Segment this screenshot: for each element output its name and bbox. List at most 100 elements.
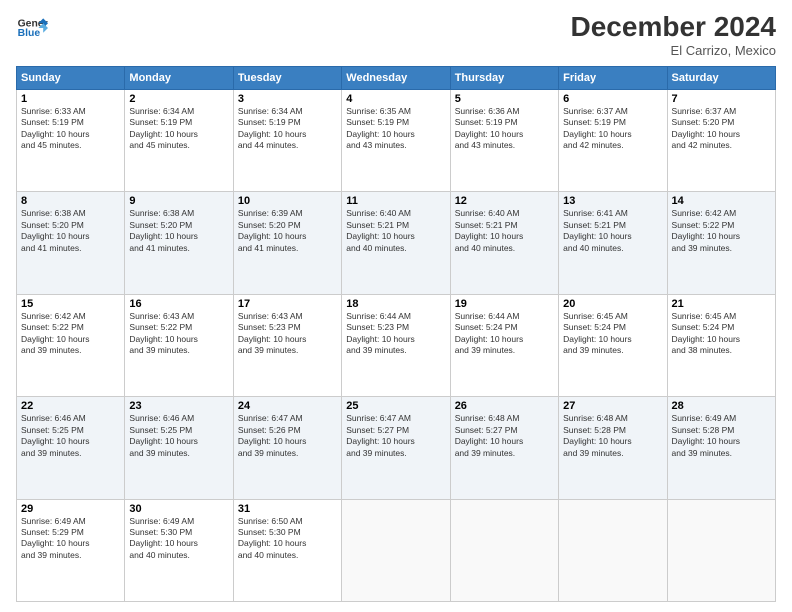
calendar-cell: 16Sunrise: 6:43 AM Sunset: 5:22 PM Dayli… xyxy=(125,294,233,396)
day-info: Sunrise: 6:46 AM Sunset: 5:25 PM Dayligh… xyxy=(21,413,120,459)
day-number: 21 xyxy=(672,298,771,310)
col-monday: Monday xyxy=(125,66,233,89)
day-info: Sunrise: 6:42 AM Sunset: 5:22 PM Dayligh… xyxy=(672,208,771,254)
calendar-cell: 30Sunrise: 6:49 AM Sunset: 5:30 PM Dayli… xyxy=(125,499,233,601)
calendar-cell: 17Sunrise: 6:43 AM Sunset: 5:23 PM Dayli… xyxy=(233,294,341,396)
day-number: 1 xyxy=(21,93,120,105)
day-info: Sunrise: 6:36 AM Sunset: 5:19 PM Dayligh… xyxy=(455,106,554,152)
day-number: 13 xyxy=(563,195,662,207)
header: General Blue December 2024 El Carrizo, M… xyxy=(16,12,776,58)
svg-text:Blue: Blue xyxy=(18,28,41,39)
calendar-cell xyxy=(342,499,450,601)
calendar-header-row: Sunday Monday Tuesday Wednesday Thursday… xyxy=(17,66,776,89)
day-number: 22 xyxy=(21,400,120,412)
col-friday: Friday xyxy=(559,66,667,89)
day-info: Sunrise: 6:40 AM Sunset: 5:21 PM Dayligh… xyxy=(346,208,445,254)
calendar-cell: 12Sunrise: 6:40 AM Sunset: 5:21 PM Dayli… xyxy=(450,192,558,294)
day-number: 5 xyxy=(455,93,554,105)
day-info: Sunrise: 6:49 AM Sunset: 5:28 PM Dayligh… xyxy=(672,413,771,459)
day-number: 4 xyxy=(346,93,445,105)
calendar-cell: 6Sunrise: 6:37 AM Sunset: 5:19 PM Daylig… xyxy=(559,89,667,191)
day-info: Sunrise: 6:39 AM Sunset: 5:20 PM Dayligh… xyxy=(238,208,337,254)
day-info: Sunrise: 6:35 AM Sunset: 5:19 PM Dayligh… xyxy=(346,106,445,152)
calendar-cell: 7Sunrise: 6:37 AM Sunset: 5:20 PM Daylig… xyxy=(667,89,775,191)
calendar-cell: 21Sunrise: 6:45 AM Sunset: 5:24 PM Dayli… xyxy=(667,294,775,396)
day-info: Sunrise: 6:47 AM Sunset: 5:26 PM Dayligh… xyxy=(238,413,337,459)
day-info: Sunrise: 6:50 AM Sunset: 5:30 PM Dayligh… xyxy=(238,516,337,562)
day-number: 27 xyxy=(563,400,662,412)
logo: General Blue xyxy=(16,12,48,44)
day-info: Sunrise: 6:48 AM Sunset: 5:28 PM Dayligh… xyxy=(563,413,662,459)
day-info: Sunrise: 6:49 AM Sunset: 5:29 PM Dayligh… xyxy=(21,516,120,562)
day-number: 10 xyxy=(238,195,337,207)
calendar-cell: 25Sunrise: 6:47 AM Sunset: 5:27 PM Dayli… xyxy=(342,397,450,499)
day-number: 30 xyxy=(129,503,228,515)
day-info: Sunrise: 6:44 AM Sunset: 5:23 PM Dayligh… xyxy=(346,311,445,357)
calendar-cell: 3Sunrise: 6:34 AM Sunset: 5:19 PM Daylig… xyxy=(233,89,341,191)
main-title: December 2024 xyxy=(571,12,776,43)
day-info: Sunrise: 6:40 AM Sunset: 5:21 PM Dayligh… xyxy=(455,208,554,254)
day-number: 11 xyxy=(346,195,445,207)
day-number: 20 xyxy=(563,298,662,310)
calendar-week-row: 22Sunrise: 6:46 AM Sunset: 5:25 PM Dayli… xyxy=(17,397,776,499)
day-info: Sunrise: 6:37 AM Sunset: 5:20 PM Dayligh… xyxy=(672,106,771,152)
calendar-cell: 29Sunrise: 6:49 AM Sunset: 5:29 PM Dayli… xyxy=(17,499,125,601)
calendar-cell: 23Sunrise: 6:46 AM Sunset: 5:25 PM Dayli… xyxy=(125,397,233,499)
day-info: Sunrise: 6:45 AM Sunset: 5:24 PM Dayligh… xyxy=(672,311,771,357)
day-number: 17 xyxy=(238,298,337,310)
calendar-cell: 24Sunrise: 6:47 AM Sunset: 5:26 PM Dayli… xyxy=(233,397,341,499)
calendar-cell: 27Sunrise: 6:48 AM Sunset: 5:28 PM Dayli… xyxy=(559,397,667,499)
day-info: Sunrise: 6:44 AM Sunset: 5:24 PM Dayligh… xyxy=(455,311,554,357)
day-number: 19 xyxy=(455,298,554,310)
day-info: Sunrise: 6:34 AM Sunset: 5:19 PM Dayligh… xyxy=(238,106,337,152)
calendar-cell: 10Sunrise: 6:39 AM Sunset: 5:20 PM Dayli… xyxy=(233,192,341,294)
day-number: 28 xyxy=(672,400,771,412)
col-sunday: Sunday xyxy=(17,66,125,89)
logo-icon: General Blue xyxy=(16,12,48,44)
page: General Blue December 2024 El Carrizo, M… xyxy=(0,0,792,612)
day-info: Sunrise: 6:48 AM Sunset: 5:27 PM Dayligh… xyxy=(455,413,554,459)
day-number: 3 xyxy=(238,93,337,105)
calendar-week-row: 29Sunrise: 6:49 AM Sunset: 5:29 PM Dayli… xyxy=(17,499,776,601)
day-info: Sunrise: 6:47 AM Sunset: 5:27 PM Dayligh… xyxy=(346,413,445,459)
calendar-cell: 20Sunrise: 6:45 AM Sunset: 5:24 PM Dayli… xyxy=(559,294,667,396)
calendar-cell: 26Sunrise: 6:48 AM Sunset: 5:27 PM Dayli… xyxy=(450,397,558,499)
day-number: 25 xyxy=(346,400,445,412)
col-thursday: Thursday xyxy=(450,66,558,89)
calendar-cell xyxy=(667,499,775,601)
day-number: 26 xyxy=(455,400,554,412)
day-info: Sunrise: 6:49 AM Sunset: 5:30 PM Dayligh… xyxy=(129,516,228,562)
calendar-cell: 4Sunrise: 6:35 AM Sunset: 5:19 PM Daylig… xyxy=(342,89,450,191)
day-number: 2 xyxy=(129,93,228,105)
day-number: 16 xyxy=(129,298,228,310)
day-info: Sunrise: 6:33 AM Sunset: 5:19 PM Dayligh… xyxy=(21,106,120,152)
day-info: Sunrise: 6:46 AM Sunset: 5:25 PM Dayligh… xyxy=(129,413,228,459)
calendar-week-row: 8Sunrise: 6:38 AM Sunset: 5:20 PM Daylig… xyxy=(17,192,776,294)
day-number: 29 xyxy=(21,503,120,515)
day-number: 23 xyxy=(129,400,228,412)
title-block: December 2024 El Carrizo, Mexico xyxy=(571,12,776,58)
calendar-table: Sunday Monday Tuesday Wednesday Thursday… xyxy=(16,66,776,602)
calendar-week-row: 15Sunrise: 6:42 AM Sunset: 5:22 PM Dayli… xyxy=(17,294,776,396)
day-number: 15 xyxy=(21,298,120,310)
calendar-cell: 31Sunrise: 6:50 AM Sunset: 5:30 PM Dayli… xyxy=(233,499,341,601)
calendar-cell xyxy=(450,499,558,601)
calendar-cell: 14Sunrise: 6:42 AM Sunset: 5:22 PM Dayli… xyxy=(667,192,775,294)
calendar-cell: 28Sunrise: 6:49 AM Sunset: 5:28 PM Dayli… xyxy=(667,397,775,499)
day-number: 12 xyxy=(455,195,554,207)
calendar-cell: 15Sunrise: 6:42 AM Sunset: 5:22 PM Dayli… xyxy=(17,294,125,396)
day-info: Sunrise: 6:45 AM Sunset: 5:24 PM Dayligh… xyxy=(563,311,662,357)
calendar-cell: 2Sunrise: 6:34 AM Sunset: 5:19 PM Daylig… xyxy=(125,89,233,191)
calendar-cell: 13Sunrise: 6:41 AM Sunset: 5:21 PM Dayli… xyxy=(559,192,667,294)
col-wednesday: Wednesday xyxy=(342,66,450,89)
subtitle: El Carrizo, Mexico xyxy=(571,43,776,58)
calendar-cell: 18Sunrise: 6:44 AM Sunset: 5:23 PM Dayli… xyxy=(342,294,450,396)
day-number: 18 xyxy=(346,298,445,310)
day-number: 31 xyxy=(238,503,337,515)
calendar-cell: 8Sunrise: 6:38 AM Sunset: 5:20 PM Daylig… xyxy=(17,192,125,294)
calendar-cell: 9Sunrise: 6:38 AM Sunset: 5:20 PM Daylig… xyxy=(125,192,233,294)
calendar-cell: 19Sunrise: 6:44 AM Sunset: 5:24 PM Dayli… xyxy=(450,294,558,396)
day-info: Sunrise: 6:43 AM Sunset: 5:23 PM Dayligh… xyxy=(238,311,337,357)
col-tuesday: Tuesday xyxy=(233,66,341,89)
day-number: 7 xyxy=(672,93,771,105)
